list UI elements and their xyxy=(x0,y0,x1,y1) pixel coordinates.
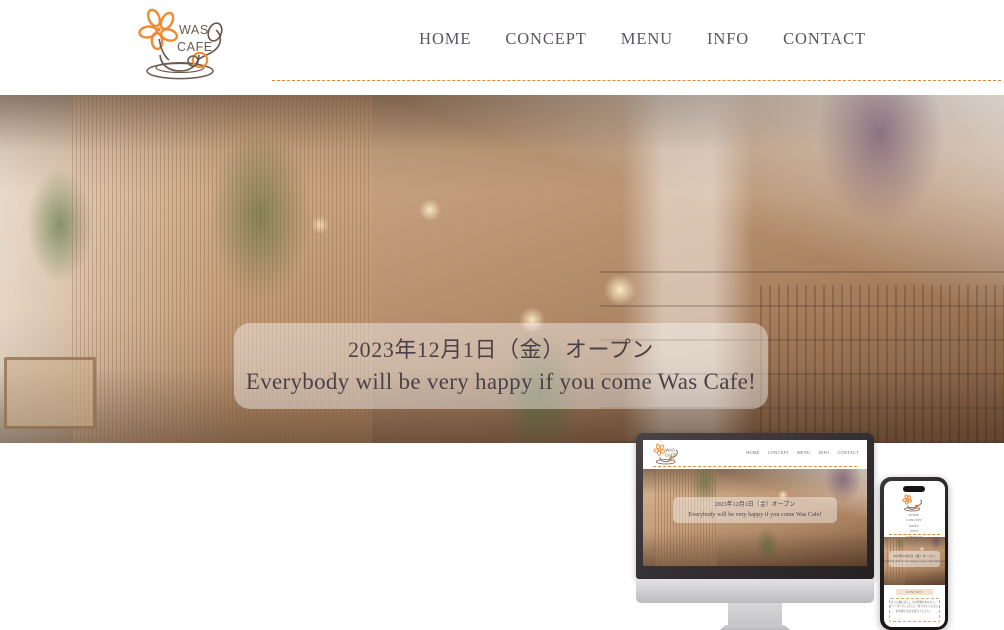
hero-section: 2023年12月1日（金）オープン Everybody will be very… xyxy=(0,95,1004,443)
mockup-nav-item-contact: CONTACT xyxy=(837,450,859,455)
nav-item-menu[interactable]: MENU xyxy=(621,29,673,49)
phone-concept-line-1: ほっと和むほっこりな時間をあなたに。 xyxy=(890,600,938,604)
phone-header-dashed-divider xyxy=(888,533,940,535)
device-mockups: WAS CAFE HOME CONCEPT MENU INFO CONTACT xyxy=(0,415,1004,630)
header-inner: WAS CAFE HOME CONCEPT MENU INFO CONTACT xyxy=(136,0,1001,95)
mockup-nav-item-home: HOME xyxy=(746,450,760,455)
phone-mockup-logo-icon xyxy=(902,493,922,511)
mockup-hero-caption-line-1: 2023年12月1日（金）オープン xyxy=(714,502,796,508)
monitor-screen: WAS CAFE HOME CONCEPT MENU INFO CONTACT xyxy=(643,440,867,566)
phone-mockup-navigation: HOME CONCEPT MENU INFO CONTACT xyxy=(884,513,945,539)
phone-concept-line-2: ティータイム、ほっと一息つきたいときに xyxy=(889,605,939,609)
site-header: WAS CAFE HOME CONCEPT MENU INFO CONTACT xyxy=(0,0,1004,95)
mockup-site-header: WAS CAFE HOME CONCEPT MENU INFO CONTACT xyxy=(643,440,867,469)
was-cafe-logo-icon: WAS CAFE xyxy=(138,8,223,80)
phone-concept-section-title: CONCEPT xyxy=(895,588,933,595)
desktop-monitor-mockup: WAS CAFE HOME CONCEPT MENU INFO CONTACT xyxy=(636,433,874,630)
phone-notch xyxy=(903,485,925,492)
mockup-navigation: HOME CONCEPT MENU INFO CONTACT xyxy=(746,450,859,455)
hero-caption-line-2: Everybody will be very happy if you come… xyxy=(245,369,757,394)
phone-concept-label: CONCEPT xyxy=(905,589,923,594)
phone-nav-item-info: INFO xyxy=(909,529,919,533)
phone-hero-caption-box: 2023年12月1日（金）オープン Everybody will be very… xyxy=(884,550,945,567)
mockup-hero-caption-line-2: Everybody will be very happy if you come… xyxy=(688,511,822,518)
nav-item-info[interactable]: INFO xyxy=(707,29,749,49)
mockup-nav-item-info: INFO xyxy=(818,450,830,455)
smartphone-mockup: HOME CONCEPT MENU INFO CONTACT 2023年12月1… xyxy=(880,477,948,630)
hero-caption-box: 2023年12月1日（金）オープン Everybody will be very… xyxy=(234,323,768,409)
monitor-bezel: WAS CAFE HOME CONCEPT MENU INFO CONTACT xyxy=(636,433,874,579)
mockup-nav-item-concept: CONCEPT xyxy=(767,450,789,455)
mockup-logo-icon: WAS CAFE xyxy=(653,443,678,465)
mockup-header-dashed-divider xyxy=(653,466,857,467)
svg-text:CAFE: CAFE xyxy=(177,40,213,54)
phone-hero-image: 2023年12月1日（金）オープン Everybody will be very… xyxy=(883,536,945,585)
hero-caption-line-1: 2023年12月1日（金）オープン xyxy=(348,337,654,362)
mockup-hero-image: 2023年12月1日（金）オープン Everybody will be very… xyxy=(643,469,867,566)
svg-text:CAFE: CAFE xyxy=(665,453,677,458)
site-logo[interactable]: WAS CAFE xyxy=(136,8,240,80)
nav-item-concept[interactable]: CONCEPT xyxy=(505,29,586,49)
svg-text:WAS: WAS xyxy=(179,23,209,37)
monitor-stand-flare xyxy=(714,625,796,630)
main-navigation: HOME CONCEPT MENU INFO CONTACT xyxy=(419,29,866,49)
mockup-hero-caption-box: 2023年12月1日（金）オープン Everybody will be very… xyxy=(673,497,837,523)
phone-hero-caption-line-2: Everybody will be very happy if you come… xyxy=(883,558,945,563)
header-dashed-divider xyxy=(272,80,1001,81)
page-root: WAS CAFE HOME CONCEPT MENU INFO CONTACT … xyxy=(0,0,1004,630)
nav-item-home[interactable]: HOME xyxy=(419,29,471,49)
phone-nav-item-menu: MENU xyxy=(909,523,919,528)
phone-screen: HOME CONCEPT MENU INFO CONTACT 2023年12月1… xyxy=(883,480,945,627)
phone-concept-body: ほっと和むほっこりな時間をあなたに。 ティータイム、ほっと一息つきたいときに お… xyxy=(888,597,940,622)
monitor-chin xyxy=(636,579,874,603)
phone-concept-line-3: お気軽にお立ち寄りください。 xyxy=(895,609,933,613)
phone-nav-item-concept: CONCEPT xyxy=(906,518,922,522)
svg-text:WAS: WAS xyxy=(665,447,675,452)
nav-item-contact[interactable]: CONTACT xyxy=(783,29,866,49)
mockup-nav-item-menu: MENU xyxy=(796,450,811,455)
phone-nav-item-home: HOME xyxy=(909,512,919,517)
